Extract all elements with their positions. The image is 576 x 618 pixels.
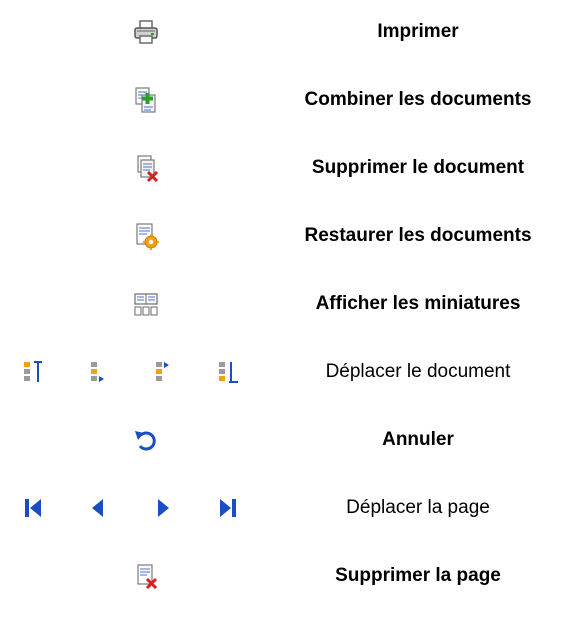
thumbnails-icon (134, 293, 158, 316)
undo-icon (135, 431, 156, 451)
toolbar-row-delete-document: Supprimer le document (0, 144, 576, 192)
print-label: Imprimer (377, 21, 459, 42)
toolbar-row-move-document: Déplacer le document (0, 348, 576, 396)
combine-documents-icon (135, 87, 156, 113)
delete-page-icon (137, 564, 158, 590)
move-up-icon[interactable] (83, 357, 113, 387)
toolbar-row-print: Imprimer (0, 8, 576, 56)
show-thumbnails-label: Afficher les miniatures (315, 293, 521, 314)
delete-page-label: Supprimer la page (335, 565, 501, 586)
print-button[interactable] (104, 16, 188, 48)
toolbar-row-thumbnails: Afficher les miniatures (0, 280, 576, 328)
first-page-icon[interactable] (18, 493, 48, 523)
previous-page-icon[interactable] (83, 493, 113, 523)
toolbar-row-restore-documents: Restaurer les documents (0, 212, 576, 260)
move-to-top-icon[interactable] (18, 357, 48, 387)
move-to-bottom-icon[interactable] (213, 357, 243, 387)
delete-page-button[interactable] (104, 560, 188, 592)
show-thumbnails-button[interactable] (104, 288, 188, 320)
move-document-label: Déplacer le document (325, 361, 511, 382)
undo-label: Annuler (382, 429, 454, 450)
next-page-icon[interactable] (148, 493, 178, 523)
combine-documents-label: Combiner les documents (304, 89, 532, 110)
page-navigation-buttons (0, 492, 260, 524)
restore-documents-label: Restaurer les documents (304, 225, 532, 246)
toolbar-row-delete-page: Supprimer la page (0, 552, 576, 600)
restore-documents-icon (136, 223, 159, 250)
last-page-icon[interactable] (213, 493, 243, 523)
move-down-icon[interactable] (148, 357, 178, 387)
move-document-buttons (0, 356, 260, 388)
delete-document-icon (137, 155, 159, 183)
toolbar-row-undo: Annuler (0, 416, 576, 464)
move-page-label: Déplacer la page (346, 497, 490, 518)
delete-document-button[interactable] (104, 152, 188, 184)
printer-icon (134, 20, 158, 44)
combine-documents-button[interactable] (104, 84, 188, 116)
delete-document-label: Supprimer le document (311, 157, 525, 178)
toolbar-row-combine: Combiner les documents (0, 76, 576, 124)
undo-button[interactable] (104, 424, 188, 456)
toolbar-row-move-page: Déplacer la page (0, 484, 576, 532)
restore-documents-button[interactable] (104, 220, 188, 252)
